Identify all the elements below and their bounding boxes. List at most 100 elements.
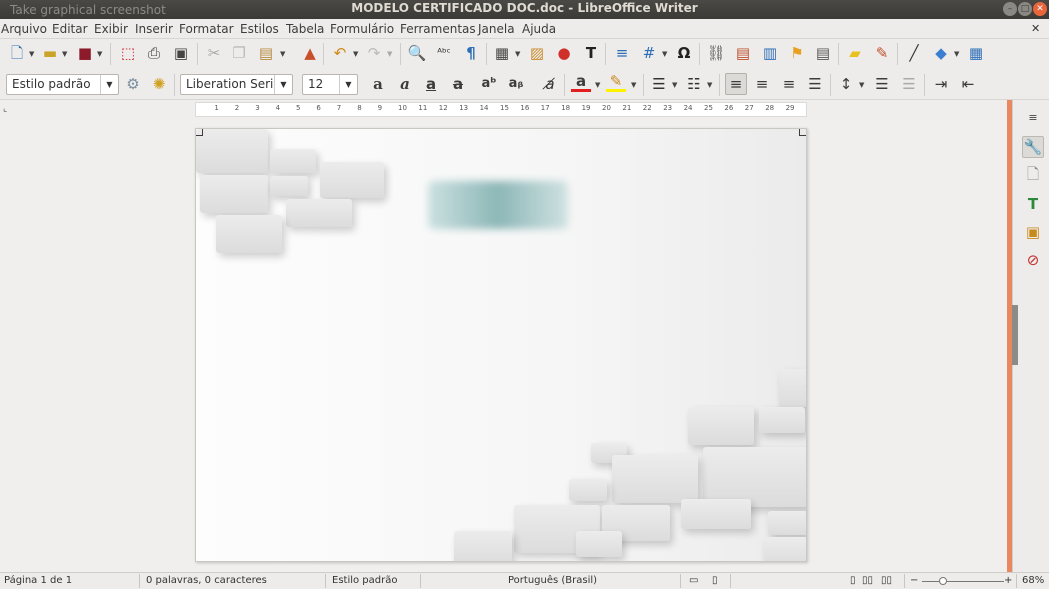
update-style-icon[interactable]: ⚙: [123, 74, 143, 94]
decrease-paragraph-spacing-icon[interactable]: ☰: [899, 74, 919, 94]
menu-inserir[interactable]: Inserir: [135, 22, 173, 36]
page-break-icon[interactable]: ≡: [612, 43, 632, 63]
hyperlink-icon[interactable]: ⛓: [706, 43, 726, 63]
menu-editar[interactable]: Editar: [52, 22, 88, 36]
footnote-icon[interactable]: ▤: [733, 43, 753, 63]
insert-table-icon[interactable]: ▦: [492, 43, 512, 63]
font-color-icon[interactable]: a: [571, 72, 591, 92]
chevron-down-icon[interactable]: ▼: [100, 75, 118, 94]
minimize-icon[interactable]: –: [1003, 2, 1017, 16]
menu-tabela[interactable]: Tabela: [286, 22, 324, 36]
redo-icon[interactable]: ↷: [364, 43, 384, 63]
chevron-down-icon[interactable]: ▼: [672, 81, 677, 89]
undo-icon[interactable]: ↶: [330, 43, 350, 63]
zoom-level[interactable]: 68%: [1022, 575, 1044, 586]
chevron-down-icon[interactable]: ▼: [353, 50, 358, 58]
zoom-slider[interactable]: [922, 581, 1004, 582]
chevron-down-icon[interactable]: ▼: [595, 81, 600, 89]
formatting-marks-icon[interactable]: ¶: [461, 43, 481, 63]
insert-field-icon[interactable]: #: [639, 43, 659, 63]
superscript-icon[interactable]: aᵇ: [479, 74, 499, 94]
chevron-down-icon[interactable]: ▼: [707, 81, 712, 89]
navigator-icon[interactable]: ⊘: [1022, 249, 1044, 271]
bookmark-icon[interactable]: ⚑: [787, 43, 807, 63]
spellcheck-icon[interactable]: ᴬᵇᶜ: [434, 43, 454, 63]
insert-mode-icon[interactable]: ▭: [689, 575, 698, 586]
chevron-down-icon[interactable]: ▼: [631, 81, 636, 89]
menu-exibir[interactable]: Exibir: [94, 22, 128, 36]
comment-icon[interactable]: ▰: [845, 43, 865, 63]
align-center-icon[interactable]: ≡: [752, 74, 772, 94]
bullets-icon[interactable]: ☰: [649, 74, 669, 94]
insert-image-icon[interactable]: ▨: [527, 43, 547, 63]
menu-ajuda[interactable]: Ajuda: [522, 22, 556, 36]
cut-icon[interactable]: ✂: [204, 43, 224, 63]
font-size-select[interactable]: 12 ▼: [302, 74, 358, 95]
word-count[interactable]: 0 palavras, 0 caracteres: [146, 575, 267, 586]
line-spacing-icon[interactable]: ↕: [836, 74, 856, 94]
chevron-down-icon[interactable]: ▼: [280, 50, 285, 58]
new-document-icon[interactable]: 🗋: [7, 43, 27, 63]
align-right-icon[interactable]: ≡: [779, 74, 799, 94]
italic-icon[interactable]: a: [395, 74, 415, 94]
sidebar-collapse-handle[interactable]: [1012, 305, 1018, 365]
clear-formatting-icon[interactable]: a̸: [540, 74, 560, 94]
insert-chart-icon[interactable]: ●: [554, 43, 574, 63]
chevron-down-icon[interactable]: ▼: [387, 50, 392, 58]
maximize-icon[interactable]: □: [1018, 2, 1032, 16]
highlight-icon[interactable]: ✎: [606, 72, 626, 92]
zoom-out-icon[interactable]: −: [910, 575, 918, 586]
menu-formulario[interactable]: Formulário: [330, 22, 394, 36]
endnote-icon[interactable]: ▥: [760, 43, 780, 63]
chevron-down-icon[interactable]: ▼: [274, 75, 292, 94]
close-icon[interactable]: ✕: [1033, 2, 1047, 16]
save-icon[interactable]: ■: [75, 43, 95, 63]
numbering-icon[interactable]: ☷: [684, 74, 704, 94]
document-modified-icon[interactable]: ▯: [712, 575, 718, 586]
menu-formatar[interactable]: Formatar: [179, 22, 234, 36]
zoom-in-icon[interactable]: +: [1004, 575, 1012, 586]
chevron-down-icon[interactable]: ▼: [339, 75, 357, 94]
font-name-select[interactable]: Liberation Seri ▼: [180, 74, 293, 95]
subscript-icon[interactable]: aᵦ: [506, 74, 526, 94]
strikethrough-icon[interactable]: a: [448, 74, 468, 94]
menu-janela[interactable]: Janela: [478, 22, 515, 36]
open-folder-icon[interactable]: ▬: [40, 43, 60, 63]
clone-format-icon[interactable]: ▲: [300, 43, 320, 63]
find-replace-icon[interactable]: 🔍: [407, 43, 427, 63]
book-view-icon[interactable]: ▯▯: [881, 575, 892, 586]
chevron-down-icon[interactable]: ▼: [662, 50, 667, 58]
styles-icon[interactable]: T: [1022, 193, 1044, 215]
chevron-down-icon[interactable]: ▼: [859, 81, 864, 89]
insert-textbox-icon[interactable]: T: [581, 43, 601, 63]
status-language[interactable]: Português (Brasil): [508, 575, 597, 586]
chevron-down-icon[interactable]: ▼: [29, 50, 34, 58]
line-icon[interactable]: ╱: [904, 43, 924, 63]
sidebar-menu-icon[interactable]: ≡: [1022, 106, 1044, 128]
print-icon[interactable]: ⎙: [144, 43, 164, 63]
chevron-down-icon[interactable]: ▼: [97, 50, 102, 58]
chevron-down-icon[interactable]: ▼: [954, 50, 959, 58]
new-style-icon[interactable]: ✺: [149, 74, 169, 94]
single-page-view-icon[interactable]: ▯: [850, 575, 856, 586]
chevron-down-icon[interactable]: ▼: [515, 50, 520, 58]
paste-icon[interactable]: ▤: [256, 43, 276, 63]
basic-shapes-icon[interactable]: ◆: [931, 43, 951, 63]
increase-paragraph-spacing-icon[interactable]: ☰: [872, 74, 892, 94]
special-character-icon[interactable]: Ω: [674, 43, 694, 63]
copy-icon[interactable]: ❐: [229, 43, 249, 63]
page-icon[interactable]: 🗋: [1022, 165, 1044, 187]
menu-estilos[interactable]: Estilos: [240, 22, 279, 36]
horizontal-ruler[interactable]: 1 2 3 4 5 6 7 8 9 10 11 12 13 14 15 16 17 18 19 20 21 22 23 24 2…: [195, 102, 807, 117]
status-page-style[interactable]: Estilo padrão: [332, 575, 397, 586]
decrease-indent-icon[interactable]: ⇤: [958, 74, 978, 94]
cross-reference-icon[interactable]: ▤: [813, 43, 833, 63]
menu-ferramentas[interactable]: Ferramentas: [400, 22, 476, 36]
gallery-icon[interactable]: ▣: [1022, 221, 1044, 243]
zoom-slider-thumb[interactable]: [939, 577, 947, 585]
close-document-icon[interactable]: ✕: [1031, 22, 1040, 35]
multi-page-view-icon[interactable]: ▯▯: [862, 575, 873, 586]
print-preview-icon[interactable]: ▣: [171, 43, 191, 63]
show-draw-functions-icon[interactable]: ▦: [966, 43, 986, 63]
track-changes-icon[interactable]: ✎: [872, 43, 892, 63]
